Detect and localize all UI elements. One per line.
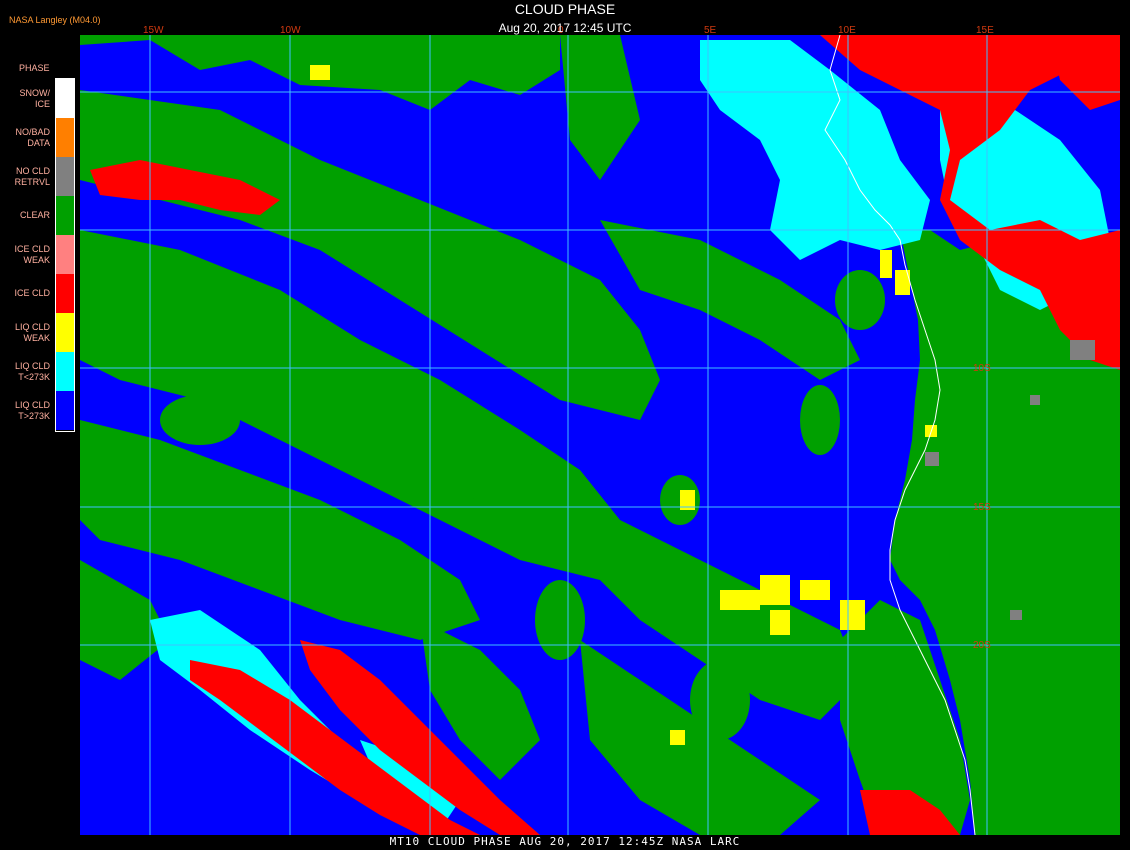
legend-label: ICE CLD WEAK (14, 243, 50, 265)
legend-label: ICE CLD (14, 288, 50, 298)
legend-swatch (56, 274, 74, 313)
legend-label: NO CLD RETRVL (14, 165, 50, 187)
legend-label: CLEAR (19, 210, 50, 220)
legend-swatch (56, 391, 74, 430)
legend-title: PHASE (19, 63, 50, 73)
cloud-phase-map: 15W 10W 0 5E 10E 15E 10S 15S 20S (80, 25, 1120, 835)
legend-swatch (56, 79, 74, 118)
legend-swatch (56, 196, 74, 235)
footer-caption: MT10 CLOUD PHASE AUG 20, 2017 12:45Z NAS… (389, 835, 741, 848)
lat-label-15s: 15S (973, 502, 991, 513)
map-image (80, 35, 1120, 835)
lat-label-20s: 20S (973, 640, 991, 651)
legend-swatch (56, 118, 74, 157)
map-datetime: Aug 20, 2017 12:45 UTC (498, 21, 632, 35)
phase-legend: PHASE SNOW/ ICE NO/BAD DATA NO CLD RETRVL C… (0, 55, 80, 435)
legend-swatch (56, 352, 74, 391)
legend-swatch (56, 313, 74, 352)
map-title: CLOUD PHASE (514, 1, 616, 17)
legend-label: NO/BAD DATA (15, 126, 50, 148)
legend-label: LIQ CLD T<273K (14, 360, 50, 382)
legend-label: LIQ CLD T>273K (14, 399, 50, 421)
satellite-frame: 15W 10W 0 5E 10E 15E 10S 15S 20S NASA La… (0, 0, 1130, 850)
legend-swatch (56, 157, 74, 196)
legend-swatch (56, 235, 74, 274)
legend-label: SNOW/ ICE (19, 87, 51, 109)
legend-label: LIQ CLD WEAK (14, 321, 50, 343)
lat-label-10s: 10S (973, 363, 991, 374)
